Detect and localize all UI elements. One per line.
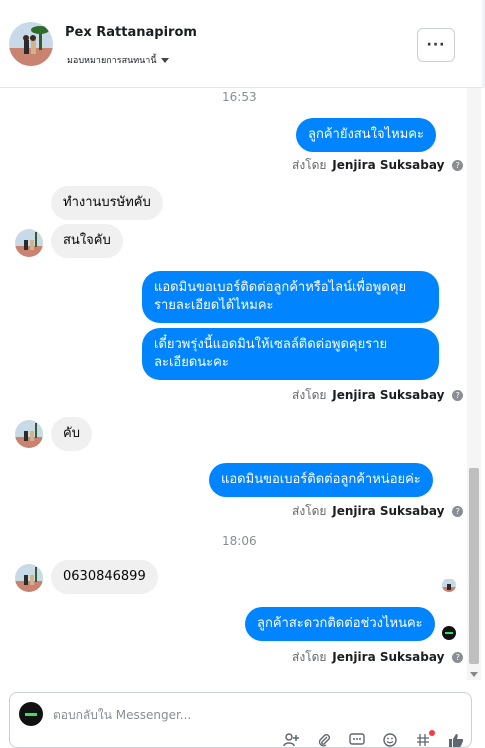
- attachment-icon[interactable]: [313, 733, 335, 748]
- contact-avatar-small: [15, 420, 43, 448]
- contact-avatar[interactable]: [9, 22, 53, 66]
- contact-avatar-small: [15, 564, 43, 592]
- help-icon[interactable]: ?: [452, 390, 464, 401]
- read-receipt-avatar: [442, 578, 456, 592]
- saved-replies-icon[interactable]: [346, 733, 368, 748]
- message-thread[interactable]: 16:53 ลูกค้ายังสนใจไหมคะ ส่งโดย Jenjira …: [0, 88, 467, 680]
- outgoing-message[interactable]: แอดมินขอเบอร์ติดต่อลูกค้าหน่อยค่ะ: [209, 463, 433, 497]
- outgoing-message[interactable]: แอดมินขอเบอร์ติดต่อลูกค้าหรือไลน์เพื่อพู…: [142, 271, 439, 323]
- reply-input[interactable]: [53, 705, 353, 725]
- timestamp: 18:06: [222, 534, 257, 548]
- help-icon[interactable]: ?: [452, 652, 464, 663]
- sender-name[interactable]: Jenjira Suksabay: [332, 388, 444, 402]
- composer-toolbar: [280, 730, 467, 748]
- assign-conversation-dropdown[interactable]: มอบหมายการสนทนานี้: [67, 53, 169, 67]
- tag-icon[interactable]: [412, 730, 435, 748]
- incoming-message[interactable]: ทำงานบรษัทคับ: [51, 186, 163, 220]
- notification-dot: [429, 730, 435, 736]
- sent-by-label: ส่งโดย Jenjira Suksabay ?: [292, 386, 464, 405]
- sender-name[interactable]: Jenjira Suksabay: [332, 158, 444, 172]
- contact-name[interactable]: Pex Rattanapirom: [65, 25, 197, 40]
- caret-down-icon: [160, 58, 169, 63]
- sent-by-prefix: ส่งโดย: [292, 388, 327, 402]
- help-icon[interactable]: ?: [452, 506, 464, 517]
- sent-by-prefix: ส่งโดย: [292, 158, 327, 172]
- timestamp: 16:53: [222, 90, 257, 104]
- incoming-message[interactable]: 0630846899: [51, 560, 158, 594]
- conversation-header: Pex Rattanapirom มอบหมายการสนทนานี้ ···: [0, 0, 485, 88]
- sent-by-label: ส่งโดย Jenjira Suksabay ?: [292, 156, 464, 175]
- more-icon: ···: [426, 37, 446, 53]
- like-icon[interactable]: [445, 733, 467, 748]
- page-avatar-icon: [442, 626, 456, 640]
- sent-by-label: ส่งโดย Jenjira Suksabay ?: [292, 648, 464, 667]
- incoming-message[interactable]: คับ: [51, 417, 92, 451]
- incoming-message[interactable]: สนใจคับ: [51, 224, 123, 258]
- help-icon[interactable]: ?: [452, 160, 464, 171]
- more-options-button[interactable]: ···: [417, 28, 455, 62]
- sent-by-label: ส่งโดย Jenjira Suksabay ?: [292, 502, 464, 521]
- contact-avatar-small: [15, 229, 43, 257]
- outgoing-message[interactable]: ลูกค้ายังสนใจไหมคะ: [296, 118, 436, 152]
- assign-label: มอบหมายการสนทนานี้: [67, 56, 157, 66]
- sender-name[interactable]: Jenjira Suksabay: [332, 504, 444, 518]
- scroll-down-arrow-icon[interactable]: [470, 672, 478, 677]
- outgoing-message[interactable]: เดี๋ยวพรุ่งนี้แอดมินให้เซลล์ติดต่อพูดคุย…: [142, 328, 439, 380]
- sent-by-prefix: ส่งโดย: [292, 504, 327, 518]
- outgoing-message[interactable]: ลูกค้าสะดวกติดต่อช่วงไหนคะ: [245, 607, 435, 641]
- sender-name[interactable]: Jenjira Suksabay: [332, 650, 444, 664]
- person-add-icon[interactable]: [280, 733, 302, 748]
- scrollbar-thumb[interactable]: [469, 468, 479, 664]
- scrollbar[interactable]: [467, 88, 481, 680]
- emoji-icon[interactable]: [379, 733, 401, 748]
- sent-by-prefix: ส่งโดย: [292, 650, 327, 664]
- reply-composer: [9, 692, 472, 748]
- page-avatar: [19, 702, 43, 726]
